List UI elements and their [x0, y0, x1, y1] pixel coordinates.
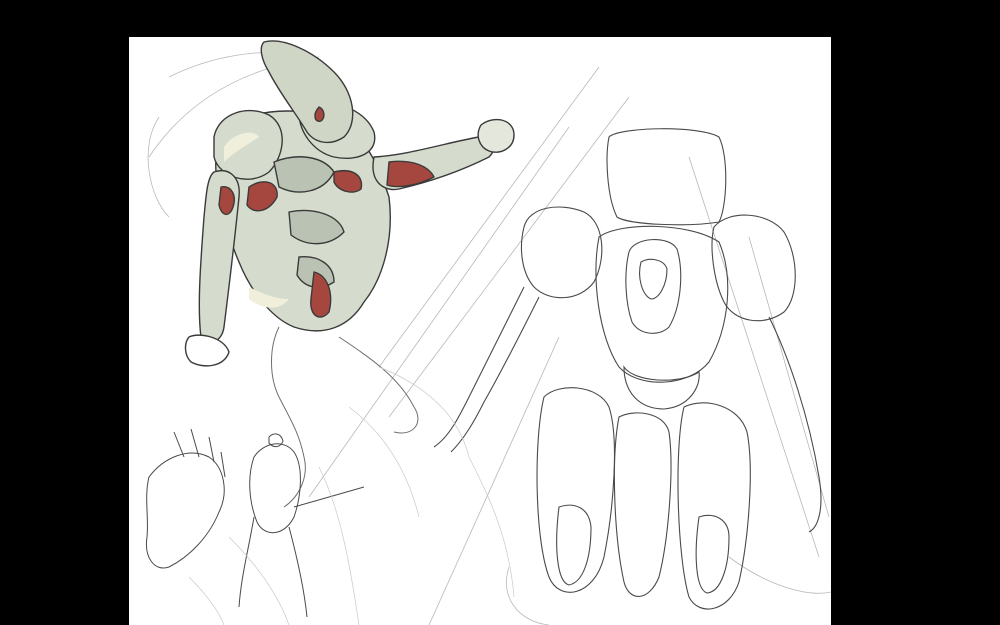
drawing-canvas[interactable]	[129, 37, 831, 625]
canvas-viewport[interactable]	[0, 0, 1000, 625]
colored-figure	[184, 40, 515, 367]
mecha-sketch	[433, 128, 822, 610]
figure-leg-sketch	[271, 326, 419, 508]
small-figures-sketch	[145, 428, 365, 618]
sketch-illustration	[145, 40, 831, 625]
faint-sketch	[188, 366, 515, 625]
